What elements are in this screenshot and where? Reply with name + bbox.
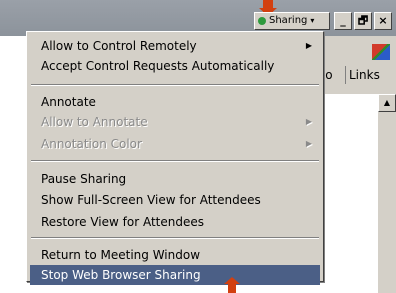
menu-separator [31, 160, 319, 162]
toolbar-divider [345, 66, 346, 84]
chevron-down-icon: ▾ [310, 16, 315, 25]
menu-item-label: Return to Meeting Window [41, 248, 201, 262]
scroll-up-arrow-icon[interactable]: ▲ [378, 94, 396, 112]
menu-separator [31, 84, 319, 86]
submenu-arrow-icon: ▶ [305, 41, 312, 50]
menu-item-pause-sharing[interactable]: Pause Sharing [30, 169, 320, 189]
browser-logo-icon [372, 44, 390, 60]
sharing-label: Sharing [269, 15, 308, 26]
vertical-scrollbar[interactable] [378, 94, 396, 293]
menu-item-restore-view[interactable]: Restore View for Attendees [30, 212, 320, 232]
sharing-status-icon [258, 17, 266, 25]
sharing-context-menu: Allow to Control Remotely ▶ Accept Contr… [26, 31, 324, 285]
menu-item-label: Annotate [41, 95, 96, 109]
menu-separator [31, 237, 319, 239]
links-button[interactable]: Links [349, 68, 380, 82]
menu-item-allow-control[interactable]: Allow to Control Remotely ▶ [30, 36, 320, 56]
sharing-menu-button[interactable]: Sharing ▾ [254, 12, 330, 30]
menu-item-label: Stop Web Browser Sharing [41, 268, 201, 282]
menu-item-full-screen-view[interactable]: Show Full-Screen View for Attendees [30, 190, 320, 210]
submenu-arrow-icon: ▶ [305, 117, 312, 126]
menu-item-label: Restore View for Attendees [41, 215, 204, 229]
menu-item-accept-control[interactable]: Accept Control Requests Automatically [30, 56, 320, 76]
callout-arrow-icon [259, 0, 277, 16]
menu-item-return-to-meeting[interactable]: Return to Meeting Window [30, 245, 320, 265]
minimize-button[interactable]: _ [334, 12, 352, 30]
submenu-arrow-icon: ▶ [305, 139, 312, 148]
menu-item-annotate[interactable]: Annotate [30, 92, 320, 112]
menu-item-label: Annotation Color [41, 137, 142, 151]
menu-item-stop-sharing[interactable]: Stop Web Browser Sharing [30, 265, 320, 285]
menu-item-label: Pause Sharing [41, 172, 127, 186]
menu-item-label: Allow to Annotate [41, 115, 148, 129]
callout-arrow-icon [224, 277, 240, 293]
menu-item-label: Allow to Control Remotely [41, 39, 197, 53]
menu-item-annotation-color: Annotation Color ▶ [30, 134, 320, 154]
menu-item-label: Show Full-Screen View for Attendees [41, 193, 261, 207]
menu-item-label: Accept Control Requests Automatically [41, 59, 275, 73]
restore-button[interactable]: 🗗 [354, 12, 372, 30]
menu-item-allow-annotate: Allow to Annotate ▶ [30, 112, 320, 132]
close-button[interactable]: × [374, 12, 392, 30]
